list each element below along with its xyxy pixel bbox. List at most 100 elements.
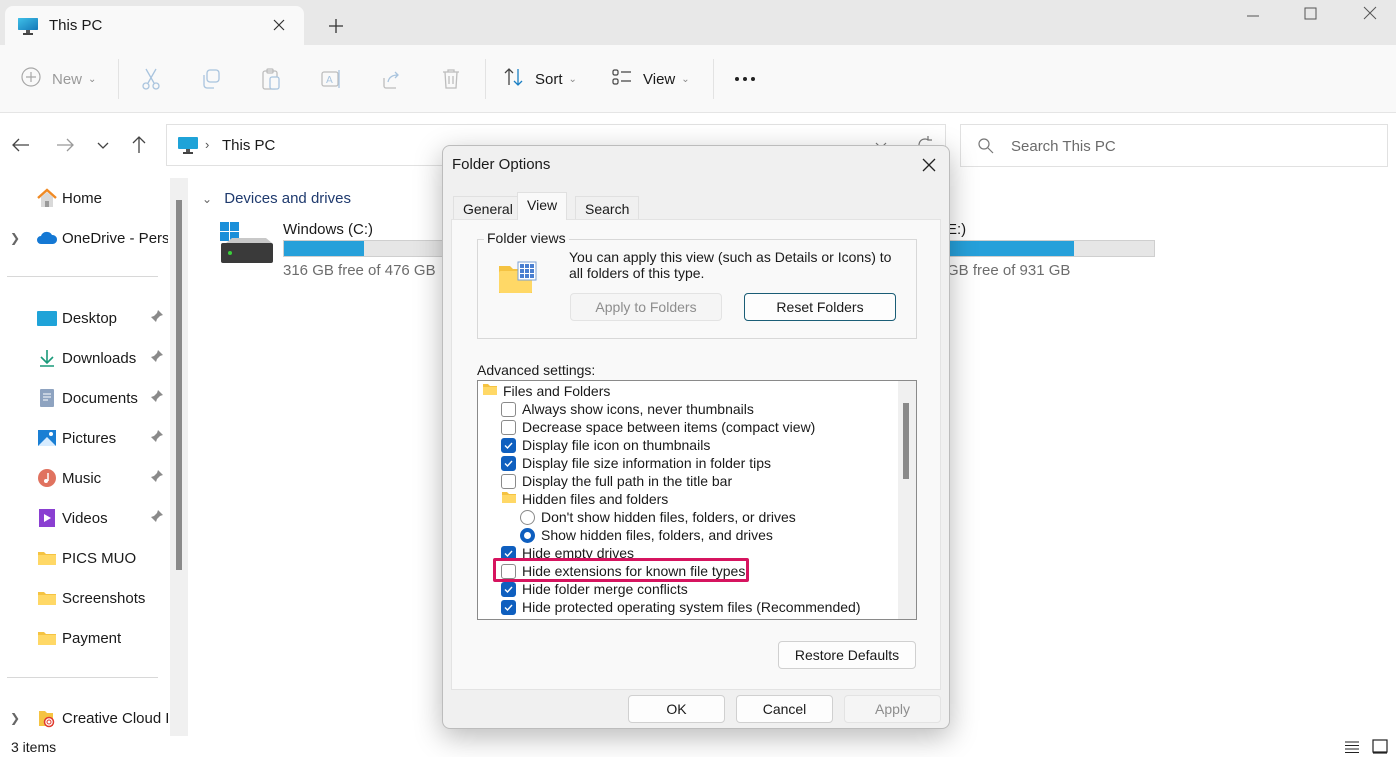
close-icon[interactable]	[919, 155, 939, 175]
checkbox[interactable]	[501, 455, 516, 471]
videos-icon	[36, 507, 58, 529]
large-icons-view-icon[interactable]	[1372, 739, 1388, 757]
breadcrumb-this-pc[interactable]: This PC	[222, 137, 275, 154]
pin-icon[interactable]	[150, 309, 164, 327]
apply-to-folders-button[interactable]: Apply to Folders	[570, 293, 722, 321]
sidebar-item-videos[interactable]: Videos	[0, 503, 168, 533]
rename-icon[interactable]: A	[320, 65, 344, 93]
sidebar-item-creative-cloud[interactable]: ❯ Creative Cloud Files	[0, 703, 168, 733]
home-icon	[36, 187, 58, 209]
new-tab-button[interactable]	[326, 16, 346, 36]
sidebar-item-label: PICS MUO	[62, 549, 137, 567]
chevron-right-icon[interactable]: ❯	[10, 231, 20, 245]
cancel-button[interactable]: Cancel	[736, 695, 833, 723]
breadcrumb-chevron-icon: ›	[205, 137, 210, 152]
chevron-down-icon: ⌄	[568, 73, 577, 85]
sidebar-scrollbar[interactable]	[170, 178, 188, 736]
pin-icon[interactable]	[150, 509, 164, 527]
option-label: Hide folder merge conflicts	[522, 581, 688, 597]
advanced-settings-list[interactable]: Files and Folders Always show icons, neve…	[477, 380, 917, 620]
sidebar-item-onedrive[interactable]: ❯ OneDrive - Personal	[0, 223, 168, 253]
maximize-icon[interactable]	[1288, 4, 1334, 28]
tab-view[interactable]: View	[517, 192, 568, 220]
delete-icon[interactable]	[440, 65, 462, 93]
restore-defaults-button[interactable]: Restore Defaults	[778, 641, 916, 669]
toolbar-divider	[118, 59, 119, 99]
forward-icon[interactable]	[53, 133, 77, 157]
checkbox[interactable]	[501, 437, 516, 453]
recent-locations-icon[interactable]	[91, 133, 115, 157]
sidebar-item-screenshots[interactable]: Screenshots	[0, 583, 168, 613]
paste-icon[interactable]	[260, 65, 282, 93]
chevron-down-icon: ⌄	[88, 73, 97, 85]
sidebar-item-pictures[interactable]: Pictures	[0, 423, 168, 453]
settings-option[interactable]: Show hidden files, folders, and drives	[520, 526, 773, 544]
close-tab-icon[interactable]	[270, 16, 288, 34]
minimize-icon[interactable]	[1230, 4, 1276, 28]
close-icon[interactable]	[1346, 4, 1392, 28]
settings-scrollbar[interactable]	[898, 381, 916, 619]
apply-button[interactable]: Apply	[844, 695, 941, 723]
sidebar-item-pics-muo[interactable]: PICS MUO	[0, 543, 168, 573]
sidebar-item-label: Home	[62, 189, 103, 207]
back-icon[interactable]	[9, 133, 33, 157]
option-label: Display the full path in the title bar	[522, 473, 733, 489]
checkbox[interactable]	[501, 401, 516, 417]
scrollbar-thumb[interactable]	[176, 200, 182, 570]
settings-option[interactable]: Hide protected operating system files (R…	[501, 598, 861, 616]
sidebar-item-documents[interactable]: Documents	[0, 383, 168, 413]
tab-title: This PC	[49, 17, 103, 34]
drive-e[interactable]: (E:) GB free of 931 GB	[942, 221, 1160, 281]
cut-icon[interactable]	[140, 65, 162, 93]
pin-icon[interactable]	[150, 389, 164, 407]
chevron-right-icon[interactable]: ❯	[10, 711, 20, 725]
group-header-devices[interactable]: ⌄ Devices and drives	[202, 190, 351, 207]
option-label: Files and Folders	[503, 383, 611, 399]
search-box[interactable]: Search This PC	[960, 124, 1388, 167]
pin-icon[interactable]	[150, 469, 164, 487]
pin-icon[interactable]	[150, 349, 164, 367]
checkbox[interactable]	[501, 599, 516, 615]
drive-usage-bar	[942, 240, 1155, 257]
tab-search[interactable]: Search	[575, 196, 640, 220]
sort-button[interactable]: Sort ⌄	[503, 65, 577, 93]
settings-option[interactable]: Don't show hidden files, folders, or dri…	[520, 508, 796, 526]
scrollbar-thumb[interactable]	[903, 403, 909, 479]
folder-options-dialog: Folder Options General View Search Folde…	[442, 145, 950, 729]
folder-views-legend: Folder views	[484, 230, 569, 246]
more-icon[interactable]	[734, 65, 756, 93]
details-view-icon[interactable]	[1344, 740, 1360, 757]
settings-option[interactable]: Display file icon on thumbnails	[501, 436, 710, 454]
sidebar-item-music[interactable]: Music	[0, 463, 168, 493]
radio-button[interactable]	[520, 509, 535, 525]
settings-option[interactable]: Always show icons, never thumbnails	[501, 400, 754, 418]
copy-icon[interactable]	[200, 65, 222, 93]
checkbox[interactable]	[501, 581, 516, 597]
music-icon	[36, 467, 58, 489]
settings-option[interactable]: Hide folder merge conflicts	[501, 580, 688, 598]
settings-option[interactable]: Decrease space between items (compact vi…	[501, 418, 815, 436]
tab-general[interactable]: General	[453, 196, 523, 220]
view-button[interactable]: View ⌄	[611, 65, 690, 93]
radio-button[interactable]	[520, 527, 535, 543]
sidebar-item-payment[interactable]: Payment	[0, 623, 168, 653]
ok-button[interactable]: OK	[628, 695, 725, 723]
tab-this-pc[interactable]: This PC	[5, 6, 304, 45]
new-button[interactable]: New ⌄	[20, 65, 96, 93]
sidebar-item-home[interactable]: Home	[0, 183, 168, 213]
option-label: Hide protected operating system files (R…	[522, 599, 861, 615]
option-label: Don't show hidden files, folders, or dri…	[541, 509, 796, 525]
settings-option[interactable]: Display the full path in the title bar	[501, 472, 732, 490]
pin-icon[interactable]	[150, 429, 164, 447]
toolbar-divider	[485, 59, 486, 99]
up-icon[interactable]	[127, 133, 151, 157]
share-icon[interactable]	[380, 65, 402, 93]
settings-group: Hidden files and folders	[501, 490, 668, 508]
sidebar-item-desktop[interactable]: Desktop	[0, 303, 168, 333]
settings-option[interactable]: Display file size information in folder …	[501, 454, 771, 472]
checkbox[interactable]	[501, 473, 516, 489]
folder-views-group: Folder views You can apply this view (su…	[477, 230, 917, 339]
checkbox[interactable]	[501, 419, 516, 435]
sidebar-item-downloads[interactable]: Downloads	[0, 343, 168, 373]
reset-folders-button[interactable]: Reset Folders	[744, 293, 896, 321]
